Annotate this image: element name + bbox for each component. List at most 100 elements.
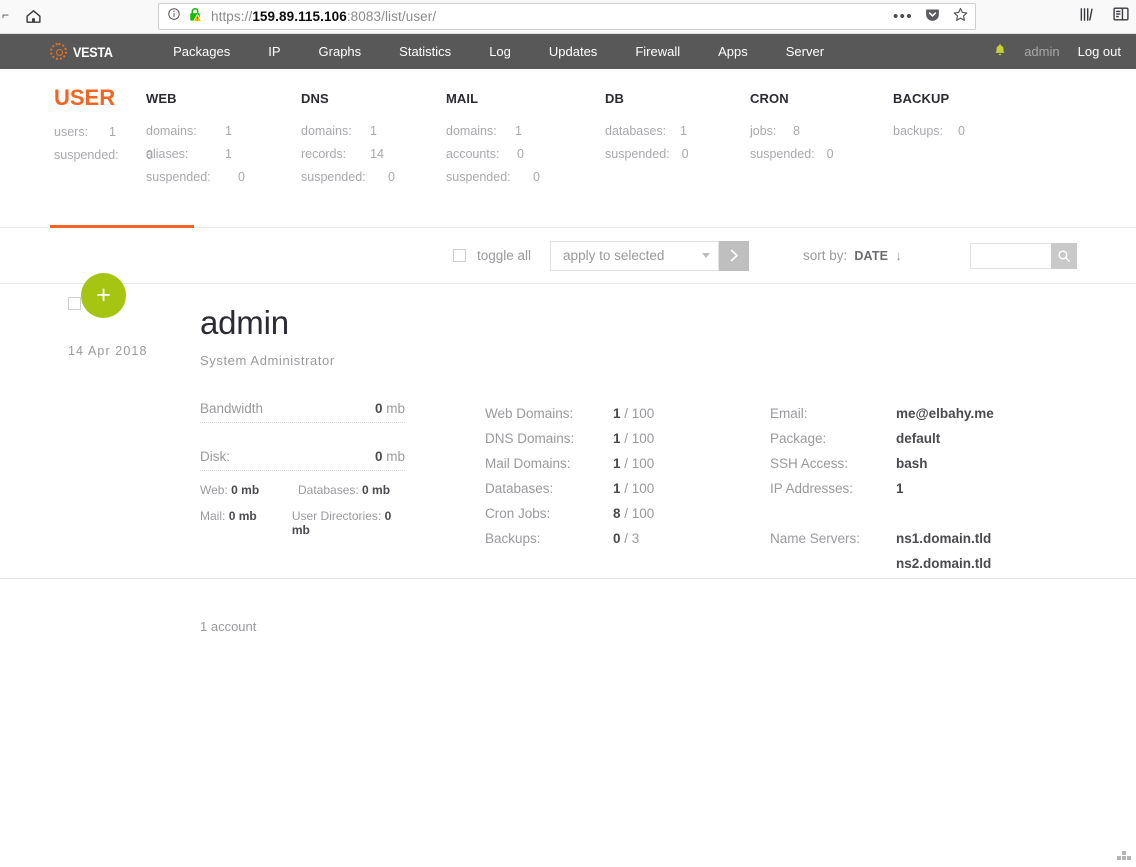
nameservers-label: Name Servers: [770, 531, 861, 546]
quota-label: DNS Domains: [485, 431, 575, 446]
sort-direction-icon: ↓ [895, 248, 902, 263]
stat-group-dns: DNS domains: 1 records: 14 suspended: 0 [301, 91, 446, 217]
bell-icon[interactable] [994, 43, 1006, 60]
bulk-action-select[interactable]: apply to selected [550, 240, 720, 271]
stat-row: jobs: 8 [750, 120, 800, 143]
stat-value: 8 [793, 124, 800, 138]
nameservers-values: ns1.domain.tld ns2.domain.tld [896, 526, 991, 576]
stat-group-cron: CRON jobs: 8 suspended: 0 [750, 91, 893, 217]
logout-button[interactable]: Log out [1078, 44, 1121, 59]
nav-item-server[interactable]: Server [767, 44, 843, 59]
disk-databases-label: Databases: [298, 483, 359, 497]
site-identity[interactable] [167, 7, 203, 27]
library-icon[interactable] [1078, 6, 1096, 28]
home-icon[interactable] [18, 3, 48, 31]
info-row: IP Addresses: 1 [770, 476, 1070, 501]
stat-group-user: USER users: 1 suspended: 0 [0, 85, 153, 217]
quota-limit: / 100 [624, 506, 655, 521]
nav-item-packages[interactable]: Packages [154, 44, 249, 59]
reader-sidebar-icon[interactable] [1112, 6, 1130, 27]
nav-item-log[interactable]: Log [470, 44, 530, 59]
address-bar-actions: ••• [885, 6, 969, 28]
stat-value: 1 [680, 124, 687, 138]
add-user-button[interactable]: + [81, 273, 126, 318]
nav-item-statistics[interactable]: Statistics [380, 44, 470, 59]
bulk-action-apply-button[interactable] [719, 240, 750, 271]
star-icon[interactable] [952, 6, 969, 28]
info-label: Email: [770, 406, 808, 421]
secure-lock-warning-icon[interactable] [188, 7, 203, 27]
toggle-all-checkbox[interactable] [453, 249, 466, 262]
disk-unit: mb [386, 449, 405, 464]
stat-group-title: DNS [301, 91, 329, 106]
info-row: SSH Access: bash [770, 451, 1070, 476]
stat-key: suspended: [605, 147, 670, 161]
user-name-heading[interactable]: admin [200, 306, 1136, 339]
disk-web: Web: 0 mb [200, 483, 298, 497]
quota-column: Web Domains: 1 / 100 DNS Domains: 1 / 10… [485, 401, 770, 576]
stat-key: backups: [893, 124, 944, 138]
nav-item-apps[interactable]: Apps [699, 44, 767, 59]
quota-label: Web Domains: [485, 406, 574, 421]
main-navigation: VESTA Packages IP Graphs Statistics Log … [0, 34, 1136, 69]
info-label: Package: [770, 431, 827, 446]
address-bar[interactable]: https://159.89.115.106:8083/list/user/ •… [158, 3, 976, 30]
toggle-all-label: toggle all [477, 248, 532, 263]
stat-key: databases: [605, 124, 667, 138]
ellipsis-icon[interactable]: ••• [893, 9, 913, 24]
stat-row: suspended: 0 [146, 166, 245, 189]
user-list-item: 14 Apr 2018 admin System Administrator B… [0, 284, 1136, 579]
nav-links: Packages IP Graphs Statistics Log Update… [154, 44, 843, 59]
toggle-all-control[interactable]: toggle all [453, 248, 531, 263]
search-button[interactable] [1050, 242, 1077, 269]
disk-databases-value: 0 mb [362, 483, 391, 497]
bandwidth-label: Bandwidth [200, 401, 264, 416]
stat-value: 1 [225, 147, 232, 161]
current-user-label[interactable]: admin [1024, 44, 1059, 59]
nav-item-updates[interactable]: Updates [530, 44, 616, 59]
quota-limit: / 100 [624, 431, 655, 446]
stat-value: 1 [515, 124, 522, 138]
quota-used: 1 [613, 406, 621, 421]
stat-key: aliases: [146, 147, 189, 161]
nav-item-firewall[interactable]: Firewall [616, 44, 699, 59]
stat-key: suspended: [301, 170, 366, 184]
pocket-icon[interactable] [924, 6, 941, 28]
stat-key: domains: [301, 124, 352, 138]
stat-group-title: CRON [750, 91, 789, 106]
nav-item-graphs[interactable]: Graphs [300, 44, 381, 59]
window-resize-grip[interactable] [1117, 851, 1131, 862]
stat-row: databases: 1 [605, 120, 687, 143]
stat-row: users: 1 [54, 121, 116, 144]
quota-row: Mail Domains: 1 / 100 [485, 451, 770, 476]
quota-used: 1 [613, 456, 621, 471]
info-icon[interactable] [167, 7, 181, 26]
stat-value: 0 [517, 147, 524, 161]
info-row: Package: default [770, 426, 1070, 451]
bandwidth-number: 0 [374, 401, 383, 416]
info-value: default [896, 431, 941, 446]
quota-label: Backups: [485, 531, 541, 546]
stat-key: jobs: [750, 124, 777, 138]
search-input[interactable] [969, 242, 1051, 269]
info-value: bash [896, 456, 928, 471]
disk-databases: Databases: 0 mb [298, 483, 390, 497]
url-path: :8083/list/user/ [346, 9, 437, 24]
bulk-action-control: apply to selected [550, 240, 750, 271]
stat-group-title: MAIL [446, 91, 479, 106]
nav-item-ip[interactable]: IP [249, 44, 299, 59]
sort-control[interactable]: sort by: DATE ↓ [803, 248, 902, 263]
bandwidth-row: Bandwidth 0 mb [200, 401, 405, 423]
disk-userdirs-label: User Directories: [291, 509, 382, 523]
stat-value: 1 [109, 125, 116, 139]
disk-breakdown-row: Web: 0 mb Databases: 0 mb [200, 483, 405, 497]
stat-row: suspended: 0 [54, 144, 153, 167]
disk-userdirs: User Directories: 0 mb [292, 509, 405, 537]
row-select-checkbox[interactable] [68, 297, 81, 310]
vesta-logo-icon[interactable]: VESTA [50, 43, 117, 60]
stat-group-backup: BACKUP backups: 0 [893, 91, 1033, 217]
stat-key: suspended: [750, 147, 815, 161]
disk-number: 0 [374, 449, 383, 464]
url-text[interactable]: https://159.89.115.106:8083/list/user/ [211, 9, 885, 24]
stat-row: records: 14 [301, 143, 384, 166]
